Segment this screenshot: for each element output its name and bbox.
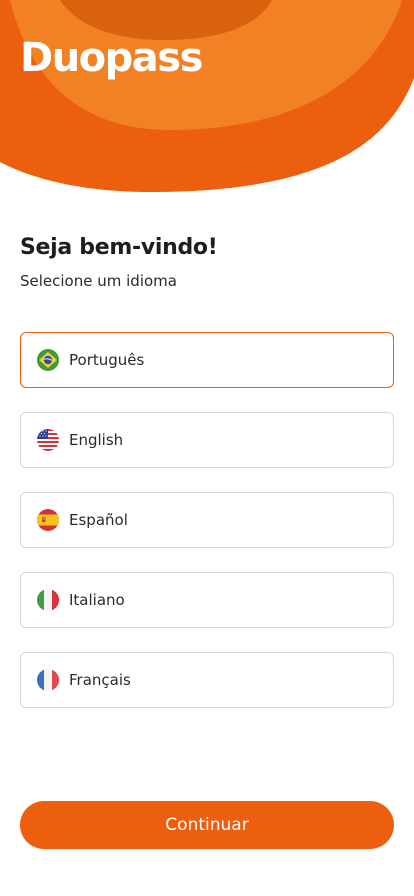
language-option-espanol[interactable]: Español xyxy=(20,492,394,548)
page-title: Seja bem-vindo! xyxy=(20,235,218,260)
header-wave-graphic xyxy=(0,0,414,192)
continue-button[interactable]: Continuar xyxy=(20,801,394,849)
italy-flag-icon xyxy=(36,588,60,612)
brand-logo: Duopass xyxy=(20,35,203,81)
language-label: Português xyxy=(69,351,145,369)
language-label: Français xyxy=(69,671,131,689)
brazil-flag-icon xyxy=(36,348,60,372)
page-subtitle: Selecione um idioma xyxy=(20,272,177,290)
header-banner: Duopass xyxy=(0,0,414,200)
usa-flag-icon xyxy=(36,428,60,452)
language-list: Português English Español Italiano Franç… xyxy=(20,332,394,732)
language-label: Italiano xyxy=(69,591,125,609)
language-option-francais[interactable]: Français xyxy=(20,652,394,708)
language-label: Español xyxy=(69,511,128,529)
language-label: English xyxy=(69,431,124,449)
spain-flag-icon xyxy=(36,508,60,532)
language-option-english[interactable]: English xyxy=(20,412,394,468)
language-option-italiano[interactable]: Italiano xyxy=(20,572,394,628)
france-flag-icon xyxy=(36,668,60,692)
language-option-portugues[interactable]: Português xyxy=(20,332,394,388)
